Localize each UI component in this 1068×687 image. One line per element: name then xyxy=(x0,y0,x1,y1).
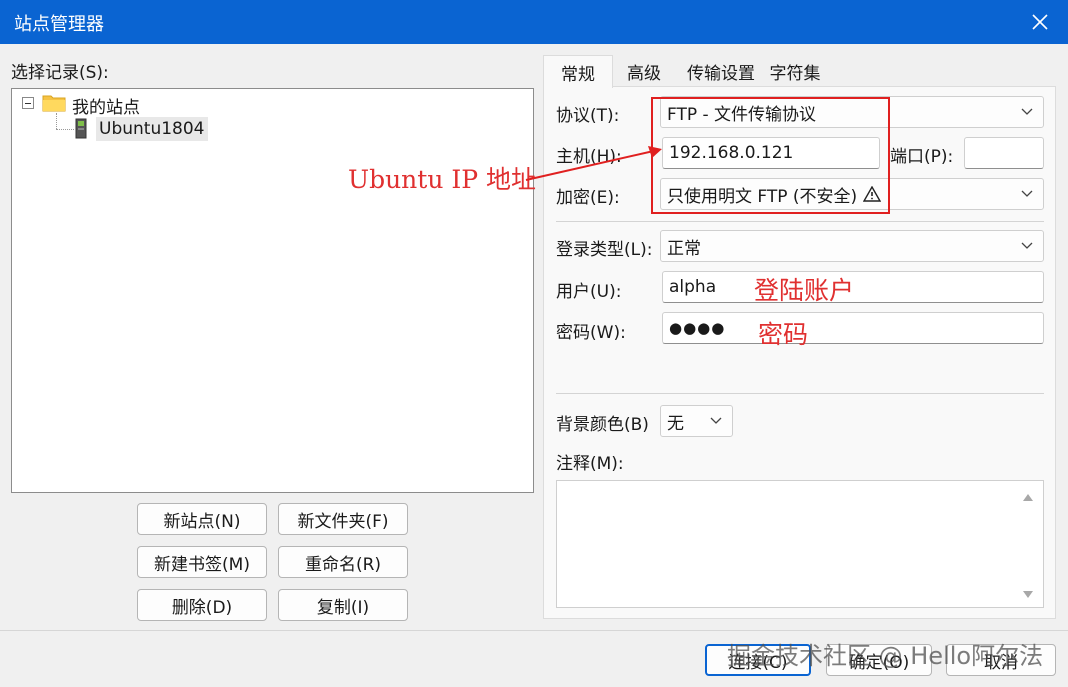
tab-transfer-settings[interactable]: 传输设置 xyxy=(680,55,762,87)
chevron-down-icon xyxy=(1021,242,1033,249)
tree-child-label: Ubuntu1804 xyxy=(99,119,205,139)
chevron-down-icon xyxy=(710,417,722,424)
encryption-label: 加密(E): xyxy=(556,188,620,208)
arrow-icon xyxy=(525,146,662,181)
bg-color-value: 无 xyxy=(667,413,684,434)
folder-icon xyxy=(42,95,66,112)
scroll-up-icon[interactable] xyxy=(1023,493,1033,501)
tab-advanced[interactable]: 高级 xyxy=(613,55,675,87)
password-annotation: 密码 xyxy=(758,320,809,349)
tree-connector xyxy=(56,129,74,130)
collapse-toggle[interactable] xyxy=(22,97,34,109)
logon-type-select[interactable]: 正常 xyxy=(660,230,1044,262)
chevron-down-icon xyxy=(1021,108,1033,115)
tree-connector xyxy=(56,113,57,129)
password-value: ●●●● xyxy=(669,319,726,337)
tab-general[interactable]: 常规 xyxy=(543,55,613,88)
delete-button[interactable]: 删除(D) xyxy=(137,589,267,621)
port-label: 端口(P): xyxy=(890,147,954,167)
tree-item-selected[interactable]: Ubuntu1804 xyxy=(96,117,208,141)
account-annotation: 登陆账户 xyxy=(754,276,855,305)
highlight-box xyxy=(651,97,890,214)
password-input[interactable]: ●●●● xyxy=(662,312,1044,344)
tab-charset[interactable]: 字符集 xyxy=(764,55,826,87)
ip-annotation: Ubuntu IP 地址 xyxy=(348,165,537,194)
bg-color-label: 背景颜色(B) xyxy=(556,415,649,435)
close-icon xyxy=(1032,14,1048,30)
protocol-label: 协议(T): xyxy=(556,106,620,126)
new-bookmark-button[interactable]: 新建书签(M) xyxy=(137,546,267,578)
port-input[interactable] xyxy=(964,137,1044,169)
watermark: 掘金技术社区 @ Hello阿尔法 xyxy=(727,642,1044,670)
user-value: alpha xyxy=(669,277,717,297)
scroll-down-icon[interactable] xyxy=(1023,591,1033,599)
new-folder-button[interactable]: 新文件夹(F) xyxy=(278,503,408,535)
title-bar: 站点管理器 xyxy=(0,0,1068,44)
password-label: 密码(W): xyxy=(556,323,626,343)
footer-divider xyxy=(0,630,1068,631)
divider xyxy=(556,221,1044,222)
close-button[interactable] xyxy=(1012,0,1068,44)
bg-color-select[interactable]: 无 xyxy=(660,405,733,437)
tree-root-label[interactable]: 我的站点 xyxy=(72,93,140,118)
chevron-down-icon xyxy=(1021,190,1033,197)
divider xyxy=(556,393,1044,394)
user-label: 用户(U): xyxy=(556,282,622,302)
rename-button[interactable]: 重命名(R) xyxy=(278,546,408,578)
logon-type-value: 正常 xyxy=(667,238,701,259)
new-site-button[interactable]: 新站点(N) xyxy=(137,503,267,535)
comments-label: 注释(M): xyxy=(556,454,624,474)
comments-textarea[interactable] xyxy=(556,480,1044,608)
server-icon xyxy=(75,118,87,139)
window-title: 站点管理器 xyxy=(14,14,104,35)
logon-type-label: 登录类型(L): xyxy=(556,240,653,260)
records-label: 选择记录(S): xyxy=(11,63,109,83)
minus-icon xyxy=(25,103,31,104)
copy-button[interactable]: 复制(I) xyxy=(278,589,408,621)
site-tree[interactable]: 我的站点 Ubuntu1804 xyxy=(11,88,534,493)
